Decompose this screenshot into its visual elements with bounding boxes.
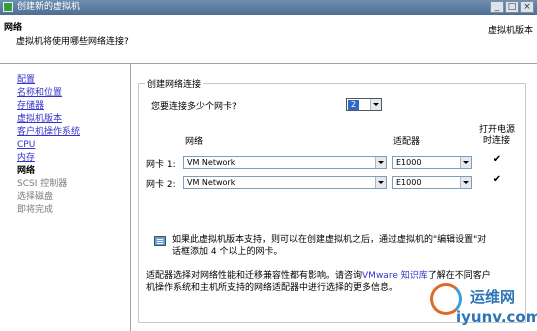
info-text-line1: 如果此虚拟机版本支持，则可以在创建虚拟机之后，通过虚拟机的"编辑设置"对 [172,235,487,245]
step-network: 网络 [17,166,36,176]
nic2-label: 网卡 2: [146,180,176,190]
window-title: 创建新的虚拟机 [17,2,81,12]
close-button[interactable]: × [520,1,534,13]
vm-app-icon [3,2,13,12]
nic2-network-value: VM Network [187,178,236,187]
page-subtitle: 虚拟机将使用哪些网络连接? [16,37,129,47]
title-bar: 创建新的虚拟机 _ □ × [0,0,537,15]
step-storage[interactable]: 存储器 [17,101,44,112]
nic1-network-select[interactable]: VM Network [183,156,387,169]
nic1-adapter-select[interactable]: E1000 [392,156,472,169]
step-config[interactable]: 配置 [17,75,35,86]
nic2-adapter-value: E1000 [396,178,422,187]
nic1-label: 网卡 1: [146,160,176,170]
chevron-down-icon[interactable] [375,177,386,188]
vm-version-label: 虚拟机版本 [487,26,533,36]
nic1-connect-checkbox[interactable]: ✔ [492,155,502,165]
wizard-header: 网络 虚拟机将使用哪些网络连接? 虚拟机版本 [0,15,537,64]
step-scsi-controller: SCSI 控制器 [17,179,68,189]
wizard-steps: 配置 名称和位置 存储器 虚拟机版本 客户机操作系统 CPU 内存 网络 SCS… [0,64,131,331]
nic-count-label: 您要连接多少个网卡? [151,102,237,112]
adapter-column-header: 适配器 [393,137,421,147]
step-vm-version[interactable]: 虚拟机版本 [17,114,62,125]
nic2-connect-checkbox[interactable]: ✔ [492,175,502,185]
step-name-location[interactable]: 名称和位置 [17,88,62,99]
network-column-header: 网络 [185,137,204,147]
watermark-en: iyunv.com [456,308,537,326]
info-icon [154,236,166,246]
info-text-line2: 话框添加 4 个以上的网卡。 [172,247,283,257]
vmware-kb-link[interactable]: VMware 知识库 [362,271,428,281]
nic1-network-value: VM Network [187,158,236,167]
minimize-button[interactable]: _ [490,1,504,13]
help-text-a: 适配器选择对网络性能和迁移兼容性都有影响。请咨询 [146,271,363,281]
chevron-down-icon[interactable] [375,157,386,168]
step-guest-os[interactable]: 客户机操作系统 [17,127,80,138]
maximize-button[interactable]: □ [505,1,519,13]
step-memory[interactable]: 内存 [17,153,35,164]
nic2-network-select[interactable]: VM Network [183,176,387,189]
nic2-adapter-select[interactable]: E1000 [392,176,472,189]
watermark-logo: 运维网 iyunv.com [426,280,537,331]
page-title: 网络 [4,23,23,33]
step-select-disk: 选择磁盘 [17,192,54,202]
nic-count-value: 2 [348,100,360,110]
watermark-cn: 运维网 [470,288,516,306]
nic1-adapter-value: E1000 [396,158,422,167]
nic-count-select[interactable]: 2 [346,98,382,111]
step-ready: 即将完成 [17,205,54,215]
chevron-down-icon[interactable] [460,157,471,168]
power-on-header-line2: 时连接 [483,136,511,146]
step-cpu[interactable]: CPU [17,140,35,151]
chevron-down-icon[interactable] [460,177,471,188]
group-title: 创建网络连接 [145,77,204,90]
chevron-down-icon[interactable] [370,99,381,110]
help-text-line2: 机操作系统和主机所支持的网络适配器中进行选择的更多信息。 [146,283,399,293]
